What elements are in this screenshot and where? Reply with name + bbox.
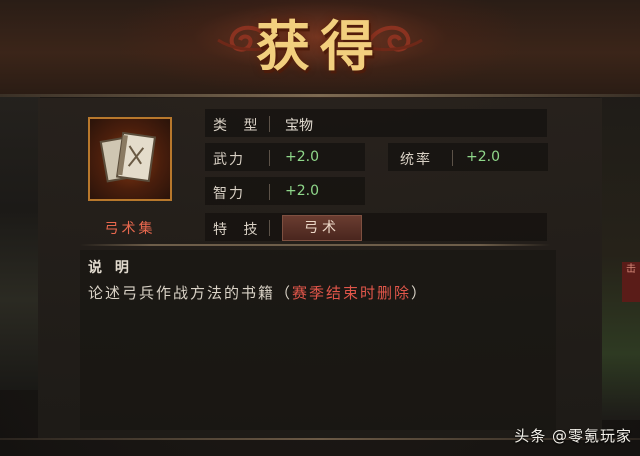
skill-row: 特 技 [205, 213, 547, 241]
intellect-row: 智力 +2.0 [205, 177, 365, 205]
row-separator [452, 150, 453, 166]
background-map-right [600, 90, 640, 420]
row-separator [269, 150, 270, 166]
force-label: 武力 [213, 152, 245, 168]
type-label: 类 型 [213, 118, 264, 134]
intellect-value: +2.0 [285, 183, 319, 199]
force-row: 武力 +2.0 [205, 143, 365, 171]
row-separator [269, 220, 270, 236]
item-name: 弓术集 [104, 221, 156, 237]
skill-badge[interactable]: 弓术 [282, 215, 362, 241]
row-separator [269, 116, 270, 132]
item-slot[interactable] [88, 117, 172, 201]
skill-label: 特 技 [213, 222, 264, 238]
season-removal-note: 赛季结束时删除 [292, 284, 412, 302]
type-row: 类 型 宝物 [205, 109, 547, 137]
background-map-left [0, 90, 40, 390]
description-body: 论述弓兵作战方法的书籍 [88, 284, 276, 302]
header-divider [0, 94, 640, 97]
paren-close: ） [411, 284, 429, 302]
header-banner: 获得 [0, 0, 640, 96]
command-label: 统率 [400, 152, 432, 168]
description-heading: 说 明 [88, 260, 133, 276]
reward-screen: 击 获得 弓术集 类 型 宝物 武力 +2.0 统率 +2.0 智力 +2.0 … [0, 0, 640, 456]
section-divider [80, 244, 550, 246]
book-scroll-icon [99, 131, 157, 183]
page-title: 获得 [256, 14, 384, 78]
description-box [80, 250, 556, 430]
description-text: 论述弓兵作战方法的书籍（赛季结束时删除） [88, 282, 428, 303]
intellect-label: 智力 [213, 186, 245, 202]
command-value: +2.0 [466, 149, 500, 165]
paren-open: （ [275, 284, 293, 302]
watermark: 头条 @零氪玩家 [514, 427, 632, 445]
force-value: +2.0 [285, 149, 319, 165]
type-value: 宝物 [285, 118, 313, 134]
command-row: 统率 +2.0 [388, 143, 548, 171]
side-tag[interactable]: 击 [622, 262, 640, 302]
row-separator [269, 184, 270, 200]
